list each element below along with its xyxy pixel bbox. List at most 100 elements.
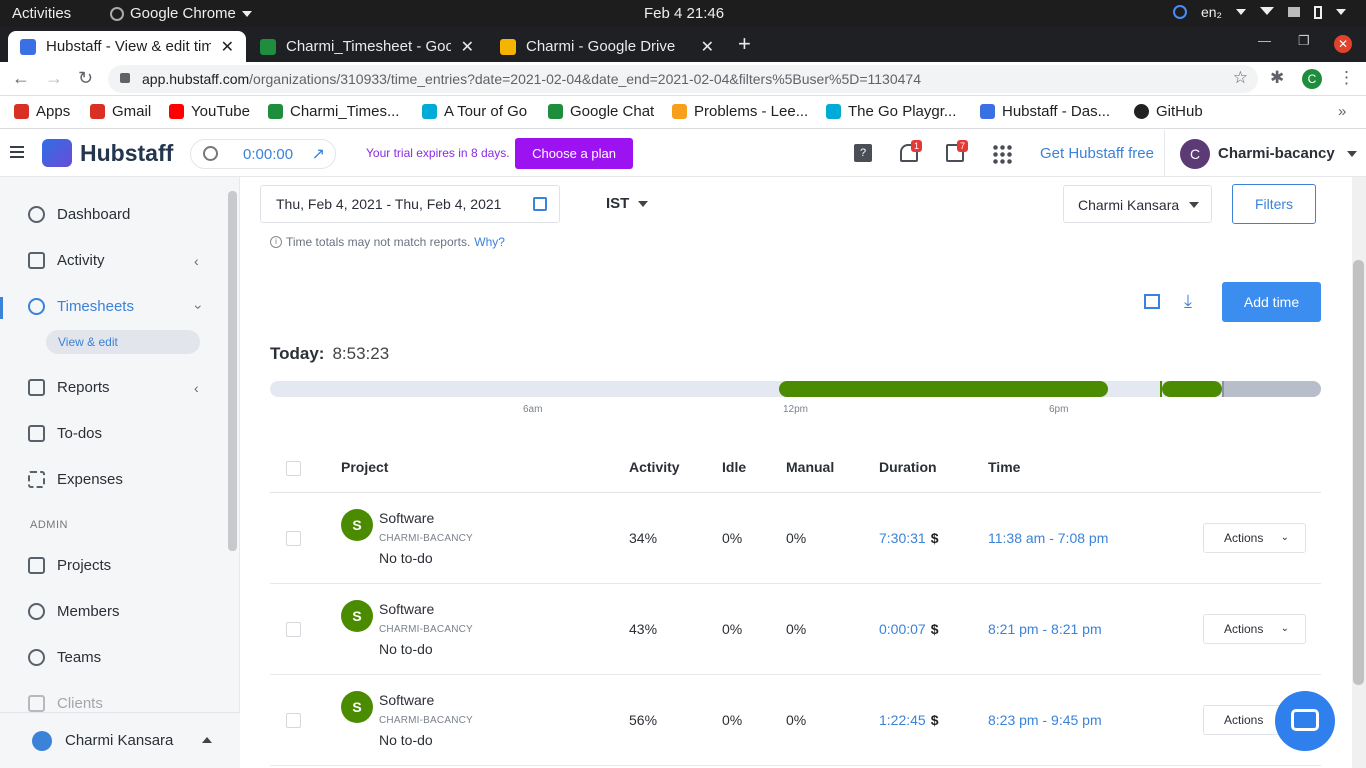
timeline-segment[interactable] xyxy=(779,381,1108,397)
maximize-icon[interactable]: ❐ xyxy=(1298,33,1310,49)
new-tab-button[interactable]: + xyxy=(738,31,751,57)
close-icon[interactable]: ✕ xyxy=(221,37,234,57)
date-range-picker[interactable]: Thu, Feb 4, 2021 - Thu, Feb 4, 2021 xyxy=(260,185,560,223)
timer-widget[interactable]: 0:00:00 ↗ xyxy=(190,139,336,169)
actions-label: Actions xyxy=(1224,531,1264,545)
chat-support-button[interactable] xyxy=(1275,691,1335,751)
sidebar-item-label: Activity xyxy=(57,252,105,269)
duration-link[interactable]: 1:22:45 xyxy=(879,712,926,728)
time-range-link[interactable]: 8:23 pm - 9:45 pm xyxy=(988,712,1102,728)
address-bar[interactable]: app.hubstaff.com/organizations/310933/ti… xyxy=(108,65,1258,93)
hamburger-menu-icon[interactable] xyxy=(10,146,24,161)
info-icon: i xyxy=(270,236,282,248)
close-icon[interactable]: ✕ xyxy=(701,37,714,57)
table-row[interactable]: S Software CHARMI-BACANCY No to-do 34% 0… xyxy=(270,493,1321,584)
apps-grid-icon[interactable] xyxy=(992,144,1013,165)
system-tray[interactable]: en₂ xyxy=(1172,4,1346,20)
user-menu[interactable]: C Charmi-bacancy xyxy=(1164,130,1357,177)
bookmark-apps[interactable]: Apps xyxy=(14,103,70,120)
bookmark-label: Problems - Lee... xyxy=(694,103,809,120)
gift-count-badge: 7 xyxy=(956,140,968,152)
time-range-link[interactable]: 11:38 am - 7:08 pm xyxy=(988,530,1108,546)
language-indicator[interactable]: en₂ xyxy=(1201,4,1222,20)
bookmark-go-playground[interactable]: The Go Playgr... xyxy=(826,103,956,120)
manual-value: 0% xyxy=(786,530,807,546)
back-button[interactable]: ← xyxy=(12,68,30,89)
row-checkbox[interactable] xyxy=(286,531,301,546)
get-hubstaff-free-link[interactable]: Get Hubstaff free xyxy=(1040,145,1154,162)
bookmark-leetcode[interactable]: Problems - Lee... xyxy=(672,103,808,120)
duration-link[interactable]: 0:00:07 xyxy=(879,621,926,637)
checkbox-icon xyxy=(28,425,45,442)
sidebar-item-activity[interactable]: Activity ‹ xyxy=(28,252,199,269)
sidebar-scrollbar[interactable] xyxy=(228,191,237,551)
bookmarks-overflow-icon[interactable]: » xyxy=(1338,103,1346,120)
duration-link[interactable]: 7:30:31 xyxy=(879,530,926,546)
open-timer-arrow-icon[interactable]: ↗ xyxy=(312,144,325,164)
columns-icon[interactable] xyxy=(1144,294,1160,309)
tab-timesheet[interactable]: Charmi_Timesheet - Goog ✕ xyxy=(248,31,486,62)
tab-drive[interactable]: Charmi - Google Drive ✕ xyxy=(488,31,726,62)
timeline-segment[interactable] xyxy=(1162,381,1222,397)
time-range-link[interactable]: 8:21 pm - 8:21 pm xyxy=(988,621,1102,637)
bookmark-tour-of-go[interactable]: A Tour of Go xyxy=(422,103,527,120)
app-name: Google Chrome xyxy=(130,5,236,22)
sidebar-subitem-view-edit[interactable]: View & edit xyxy=(46,330,200,354)
table-row[interactable]: S Software CHARMI-BACANCY No to-do 56% 0… xyxy=(270,675,1321,766)
lock-icon[interactable] xyxy=(120,73,130,83)
row-checkbox[interactable] xyxy=(286,622,301,637)
menu-kebab-icon[interactable]: ⋮ xyxy=(1338,68,1355,88)
tab-hubstaff[interactable]: Hubstaff - View & edit tim ✕ xyxy=(8,31,246,62)
forward-button[interactable]: → xyxy=(45,68,63,89)
sidebar-item-teams[interactable]: Teams xyxy=(28,649,101,666)
hubstaff-logo[interactable]: Hubstaff xyxy=(42,139,173,167)
bookmark-google-chat[interactable]: Google Chat xyxy=(548,103,654,120)
app-menu[interactable]: Google Chrome xyxy=(110,5,252,22)
extensions-icon[interactable]: ✱ xyxy=(1270,68,1284,88)
actions-dropdown[interactable]: Actions ⌄ xyxy=(1203,614,1306,644)
sidebar-item-projects[interactable]: Projects xyxy=(28,557,111,574)
timezone-select[interactable]: IST xyxy=(606,195,649,212)
bookmark-youtube[interactable]: YouTube xyxy=(169,103,250,120)
profile-avatar[interactable]: C xyxy=(1302,69,1322,89)
sidebar-item-members[interactable]: Members xyxy=(28,603,120,620)
reload-button[interactable]: ↻ xyxy=(78,68,93,89)
system-clock[interactable]: Feb 4 21:46 xyxy=(644,5,724,22)
bookmark-label: GitHub xyxy=(1156,103,1203,120)
hubstaff-tray-icon[interactable] xyxy=(1172,5,1187,19)
scrollbar-thumb[interactable] xyxy=(1353,260,1364,685)
sidebar-item-timesheets[interactable]: Timesheets ‹ xyxy=(28,298,204,315)
bookmark-gmail[interactable]: Gmail xyxy=(90,103,151,120)
chevron-up-icon xyxy=(202,737,212,743)
bookmark-github[interactable]: GitHub xyxy=(1134,103,1203,120)
sidebar-item-todos[interactable]: To-dos xyxy=(28,425,102,442)
add-time-button[interactable]: Add time xyxy=(1222,282,1321,322)
download-icon[interactable]: ⤓ xyxy=(1184,291,1192,312)
sidebar-item-clients[interactable]: Clients xyxy=(28,695,103,712)
chevron-down-icon xyxy=(638,200,649,207)
minimize-icon[interactable]: — xyxy=(1258,33,1271,48)
why-link[interactable]: Why? xyxy=(474,235,505,249)
close-icon[interactable]: ✕ xyxy=(461,37,474,57)
notifications-bell-icon[interactable]: 1 xyxy=(900,140,922,162)
bookmark-hubstaff-dashboard[interactable]: Hubstaff - Das... xyxy=(980,103,1110,120)
sidebar-footer-user[interactable]: Charmi Kansara xyxy=(0,712,240,768)
footer-user-name: Charmi Kansara xyxy=(65,732,174,749)
row-checkbox[interactable] xyxy=(286,713,301,728)
gift-icon[interactable]: 7 xyxy=(946,140,968,162)
table-row[interactable]: S Software CHARMI-BACANCY No to-do 43% 0… xyxy=(270,584,1321,675)
sidebar-item-expenses[interactable]: Expenses xyxy=(28,471,123,488)
activities-button[interactable]: Activities xyxy=(12,5,71,22)
help-icon[interactable]: ? xyxy=(854,144,872,162)
window-close-button[interactable]: ✕ xyxy=(1334,35,1352,53)
sidebar-item-reports[interactable]: Reports ‹ xyxy=(28,379,199,396)
bookmark-charmi-timesheet[interactable]: Charmi_Times... xyxy=(268,103,399,120)
bookmark-star-icon[interactable]: ☆ xyxy=(1233,68,1248,88)
actions-dropdown[interactable]: Actions ⌄ xyxy=(1203,523,1306,553)
select-all-checkbox[interactable] xyxy=(286,461,301,476)
filters-button[interactable]: Filters xyxy=(1232,184,1316,224)
choose-plan-button[interactable]: Choose a plan xyxy=(515,138,633,169)
sidebar-item-dashboard[interactable]: Dashboard xyxy=(28,206,130,223)
page-scrollbar[interactable] xyxy=(1352,177,1366,768)
member-select[interactable]: Charmi Kansara xyxy=(1063,185,1212,223)
